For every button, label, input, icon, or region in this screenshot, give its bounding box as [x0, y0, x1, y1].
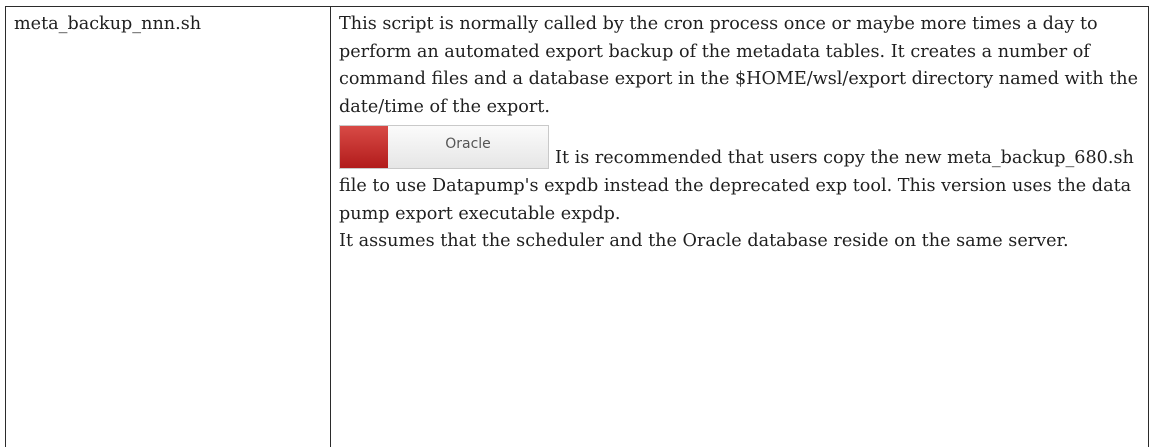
- oracle-swatch-icon: [340, 126, 388, 169]
- table-row: meta_backup_nnn.sh This script is normal…: [5, 6, 1149, 447]
- script-name-cell: meta_backup_nnn.sh: [5, 6, 331, 447]
- oracle-badge-label: Oracle: [445, 136, 491, 153]
- oracle-note: Oracle It is recommended that users copy …: [339, 121, 1140, 228]
- oracle-badge: Oracle: [339, 125, 549, 170]
- script-description: This script is normally called by the cr…: [339, 14, 1139, 117]
- script-description-cell: This script is normally called by the cr…: [330, 6, 1149, 447]
- script-reference-table: meta_backup_nnn.sh This script is normal…: [5, 6, 1149, 447]
- script-name: meta_backup_nnn.sh: [14, 14, 202, 34]
- scheduler-note: It assumes that the scheduler and the Or…: [339, 231, 1069, 252]
